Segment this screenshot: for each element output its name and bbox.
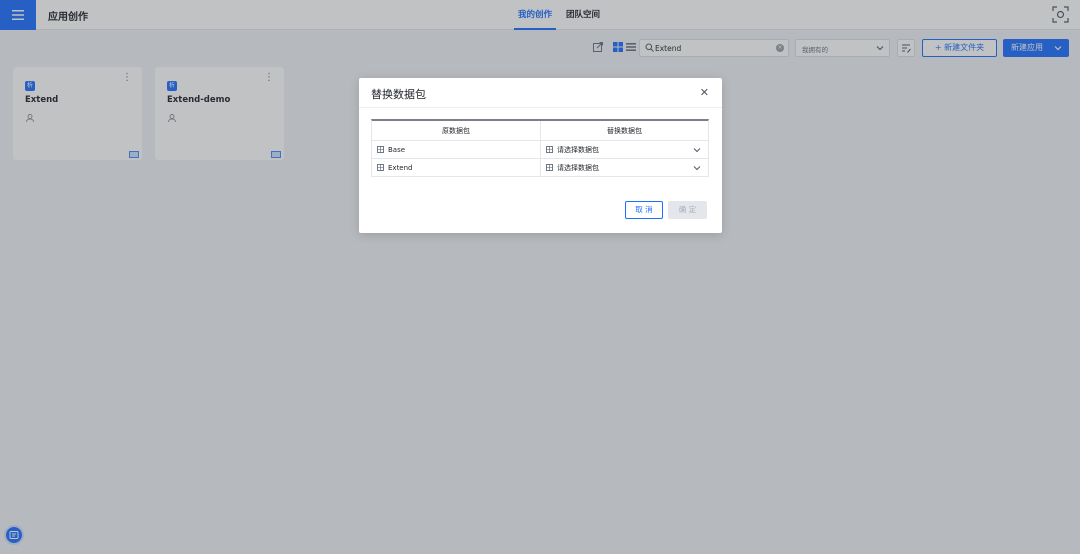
- dataset-icon: [546, 164, 553, 171]
- dataset-mapping-table: 原数据包 替换数据包 Base 请选择数据包 Extend 请选择数据包: [371, 119, 709, 177]
- column-header-target: 替换数据包: [540, 121, 708, 140]
- divider: [359, 107, 722, 108]
- target-dataset-select[interactable]: 请选择数据包: [540, 159, 708, 176]
- table-row: Extend 请选择数据包: [372, 159, 708, 177]
- source-dataset-cell: Extend: [372, 159, 540, 176]
- chevron-down-icon: [693, 166, 701, 171]
- target-dataset-select[interactable]: 请选择数据包: [540, 141, 708, 158]
- close-icon[interactable]: ✕: [700, 87, 709, 98]
- cancel-button[interactable]: 取 消: [625, 201, 663, 219]
- dataset-icon: [546, 146, 553, 153]
- dialog-title: 替换数据包: [371, 88, 426, 101]
- table-row: Base 请选择数据包: [372, 141, 708, 159]
- replace-dataset-dialog: 替换数据包 ✕ 原数据包 替换数据包 Base 请选择数据包 Extend 请选…: [359, 78, 722, 233]
- source-dataset-cell: Base: [372, 141, 540, 158]
- source-dataset-name: Extend: [388, 164, 413, 172]
- dataset-icon: [377, 146, 384, 153]
- confirm-button[interactable]: 确 定: [668, 201, 707, 219]
- source-dataset-name: Base: [388, 146, 406, 154]
- column-header-source: 原数据包: [442, 127, 470, 135]
- chevron-down-icon: [693, 148, 701, 153]
- target-dataset-placeholder: 请选择数据包: [557, 146, 599, 154]
- target-dataset-placeholder: 请选择数据包: [557, 164, 599, 172]
- dataset-icon: [377, 164, 384, 171]
- table-header: 原数据包 替换数据包: [372, 121, 708, 141]
